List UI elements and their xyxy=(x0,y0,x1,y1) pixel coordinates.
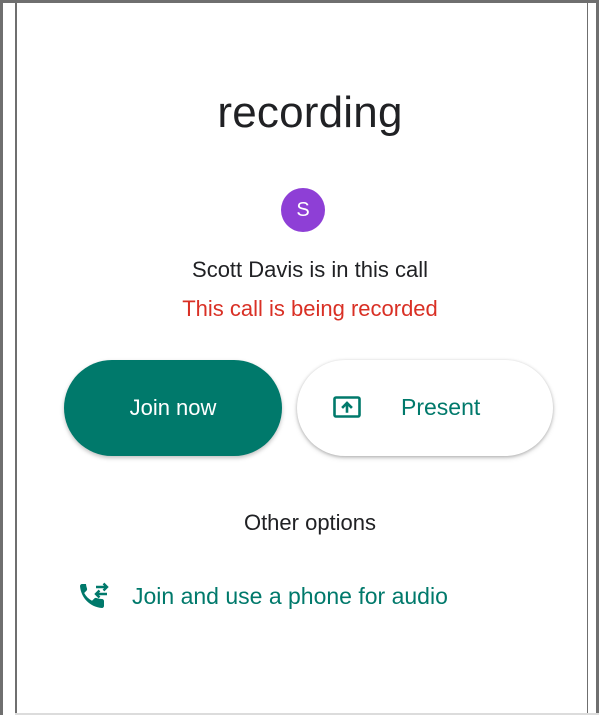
recording-notice: This call is being recorded xyxy=(182,296,438,321)
phone-forwarded-icon xyxy=(80,582,109,608)
avatar-initial: S xyxy=(296,198,310,221)
meeting-title: recording xyxy=(217,88,403,137)
present-button[interactable]: Present xyxy=(297,360,553,456)
join-phone-audio-link[interactable]: Join and use a phone for audio xyxy=(78,579,448,613)
present-label: Present xyxy=(401,394,481,420)
present-screen-icon xyxy=(333,396,361,418)
participants-text: Scott Davis is in this call xyxy=(192,257,428,282)
join-now-label: Join now xyxy=(129,395,217,420)
avatar: S xyxy=(281,188,325,232)
join-now-button[interactable]: Join now xyxy=(64,360,282,456)
phone-audio-label: Join and use a phone for audio xyxy=(132,582,448,609)
other-options-link[interactable]: Other options xyxy=(0,510,599,536)
